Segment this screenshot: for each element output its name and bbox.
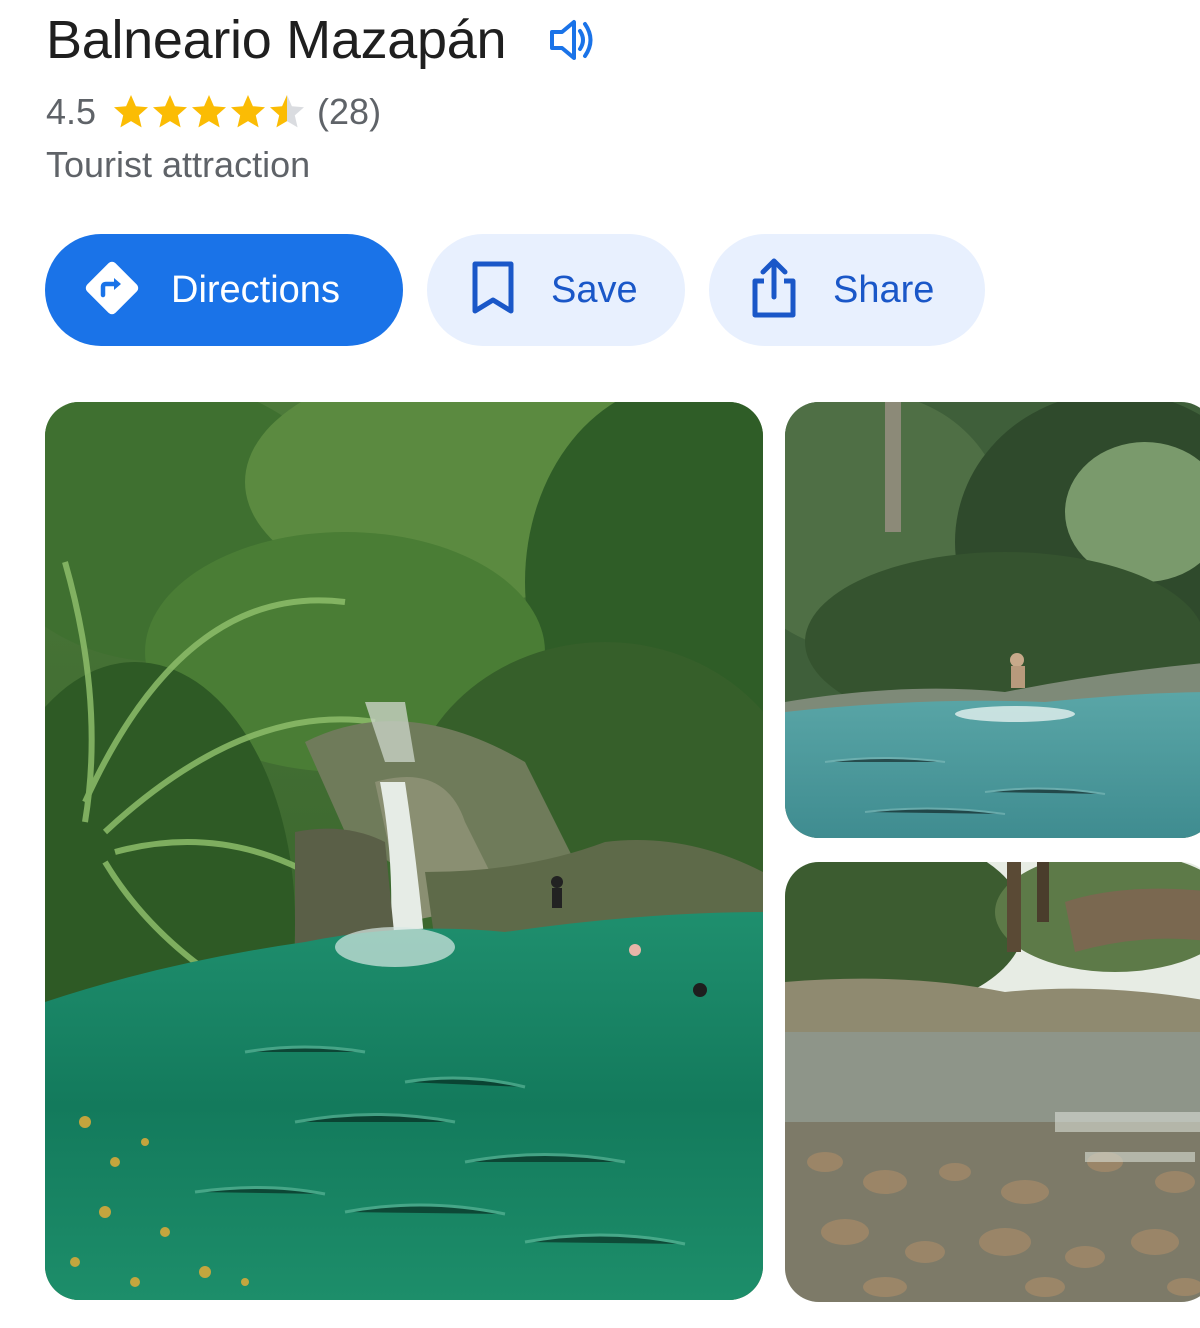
photo-gallery [45,402,1200,1302]
place-category: Tourist attraction [46,144,311,185]
star-icon [192,95,227,128]
star-icon [114,95,149,128]
star-icon [231,95,266,128]
action-buttons: Directions Save Share [45,234,985,346]
rating-value: 4.5 [46,91,97,132]
share-label: Share [833,268,935,311]
save-label: Save [551,268,638,311]
river-swimmer-photo[interactable] [785,402,1200,838]
bookmark-icon [469,259,517,322]
speaker-icon[interactable] [546,14,598,66]
star-icon [270,95,305,128]
save-button[interactable]: Save [427,234,685,346]
waterfall-pool-photo[interactable] [45,402,763,1300]
title-row: Balneario Mazapán [46,8,598,72]
directions-icon [83,259,141,322]
rating-row: 4.5 (28) [46,88,381,136]
directions-label: Directions [171,268,340,311]
clear-river-rocks-photo[interactable] [785,862,1200,1302]
star-rating [112,93,307,131]
place-title: Balneario Mazapán [46,10,507,70]
directions-button[interactable]: Directions [45,234,403,346]
review-count-link[interactable]: (28) [317,91,381,133]
place-card: Balneario Mazapán 4.5 (28) Tourist attra… [0,0,1200,1328]
share-icon [749,257,799,324]
star-icon [153,95,188,128]
share-button[interactable]: Share [709,234,985,346]
